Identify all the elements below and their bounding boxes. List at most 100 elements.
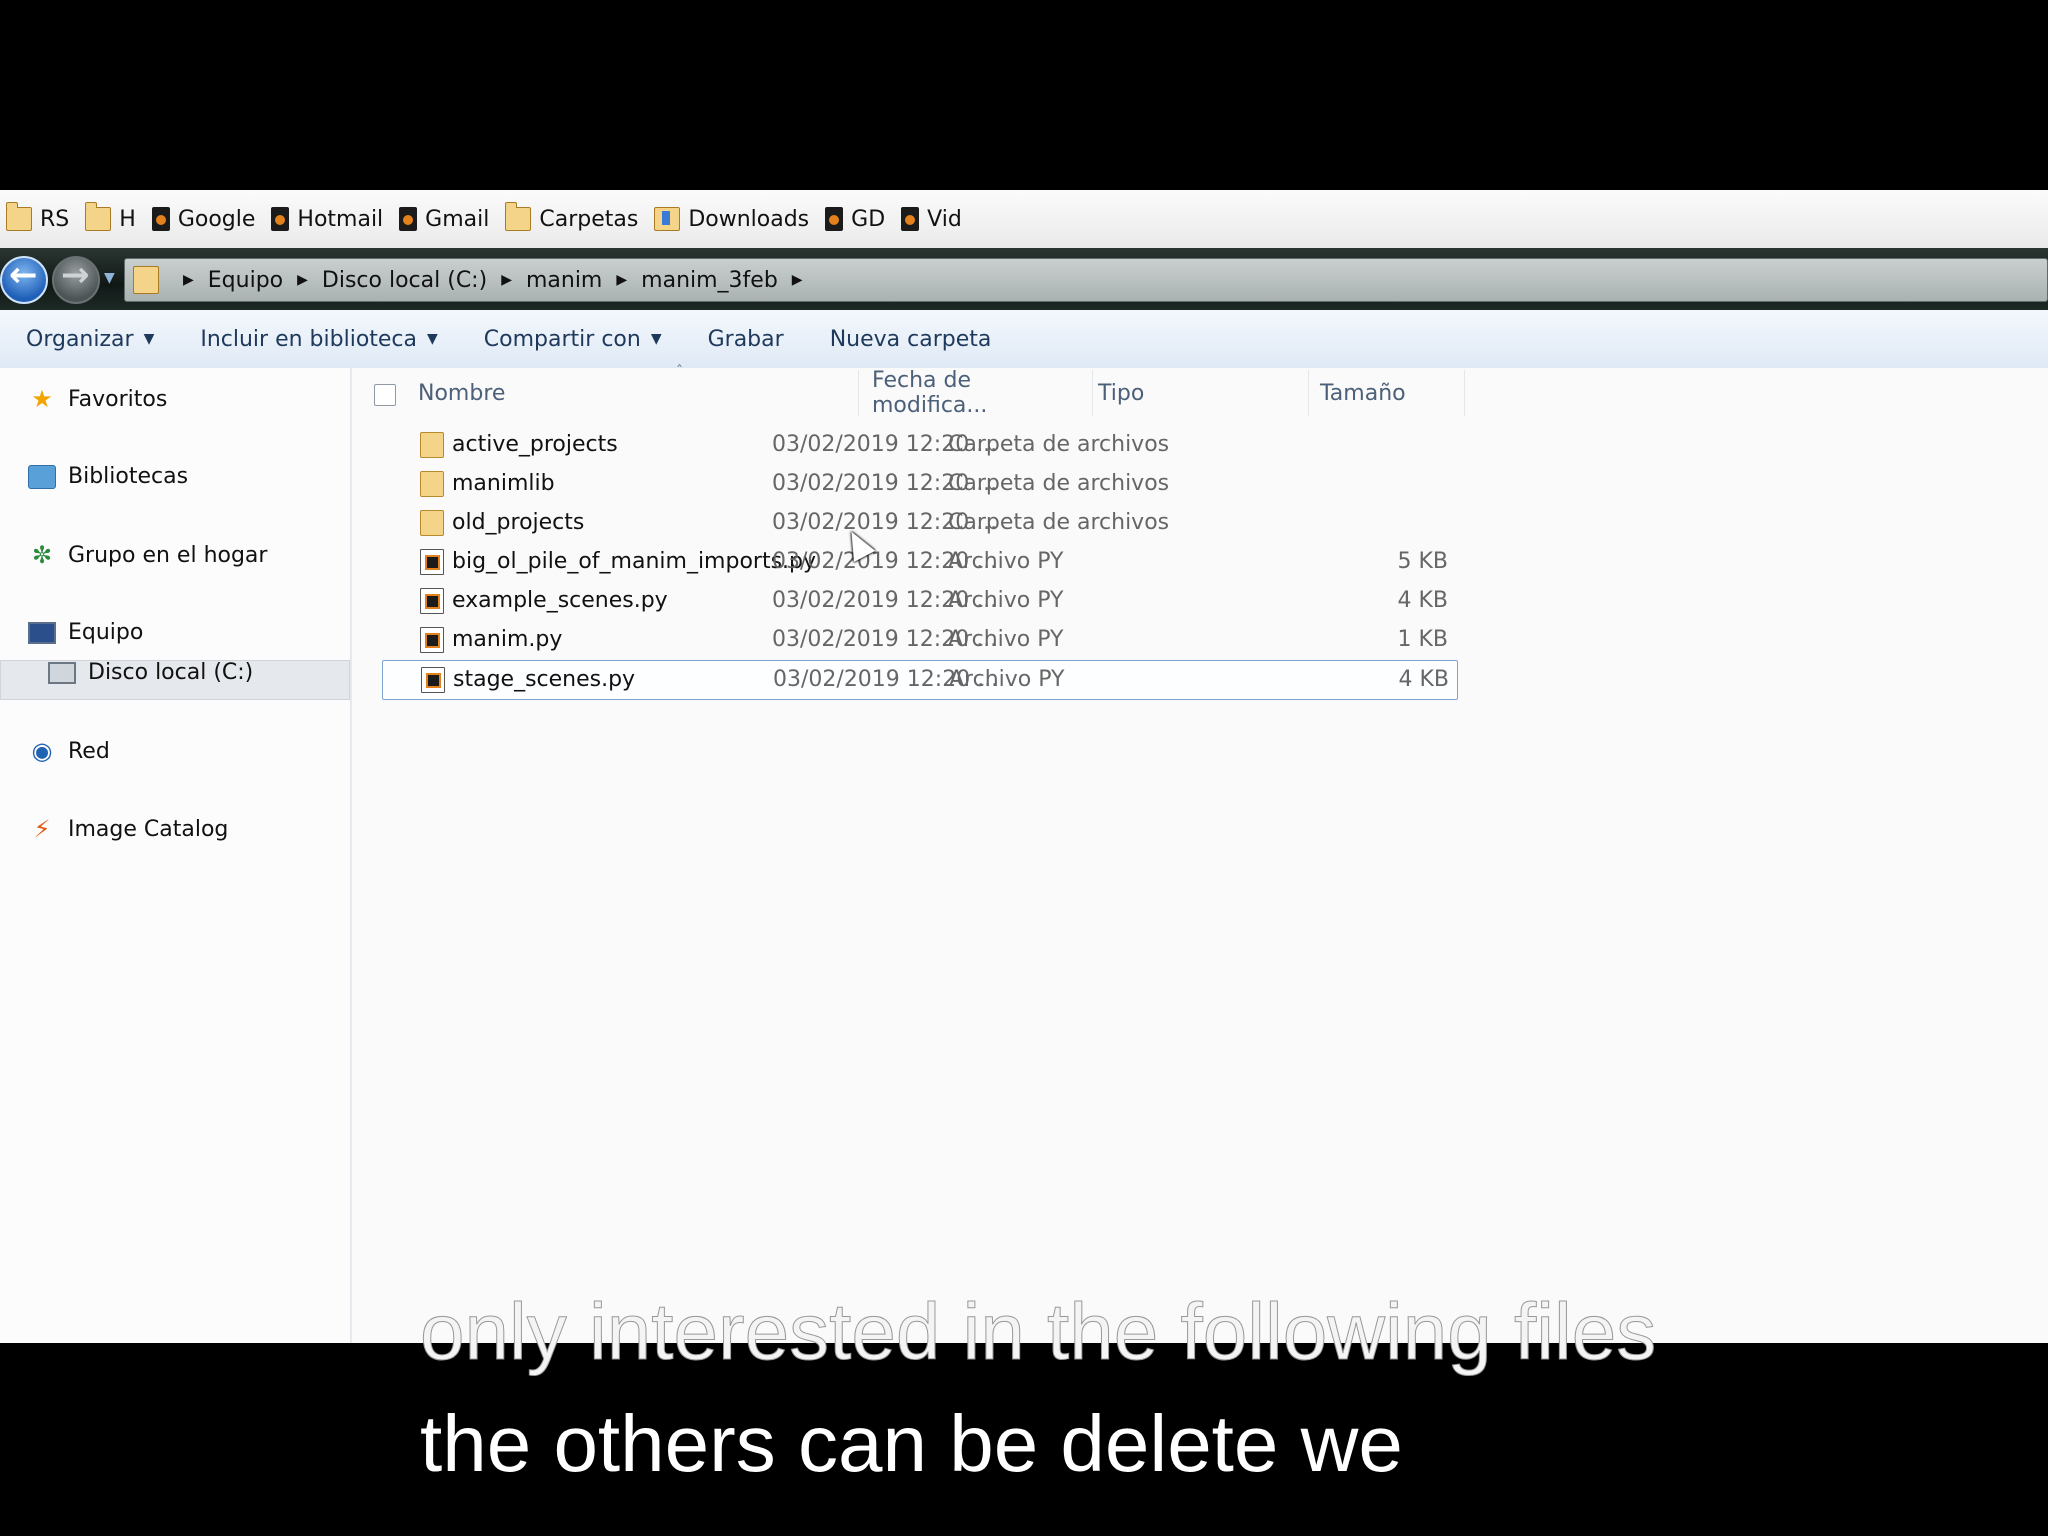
- file-name: manim.py: [452, 627, 563, 652]
- breadcrumb-label: Equipo: [207, 267, 284, 293]
- column-date[interactable]: Fecha de modifica...: [860, 368, 1093, 418]
- file-type: Archivo PY: [948, 549, 1064, 574]
- breadcrumb-item[interactable]: ▶ Equipo: [169, 268, 283, 293]
- breadcrumb-label: manim_3feb: [641, 267, 778, 293]
- computer-icon: [28, 621, 56, 644]
- file-name: manimlib: [452, 471, 555, 496]
- bookmark-label: H: [119, 206, 136, 232]
- file-row[interactable]: manimlib 03/02/2019 12:20 ... Carpeta de a…: [382, 465, 1456, 503]
- chevron-down-icon: ▼: [650, 331, 662, 347]
- nav-label: Bibliotecas: [68, 464, 189, 489]
- column-label: Tamaño: [1320, 380, 1406, 406]
- bookmark-carpetas[interactable]: Carpetas: [499, 190, 648, 248]
- file-size: 5 KB: [1397, 549, 1448, 574]
- column-label: Fecha de modifica...: [872, 368, 988, 418]
- bookmark-label: Vid: [927, 206, 962, 232]
- breadcrumb-item[interactable]: ▶ manim_3feb ▶: [602, 268, 816, 293]
- breadcrumb-item[interactable]: ▶ manim: [487, 268, 602, 293]
- nav-item-favorites[interactable]: ★ Favoritos: [28, 385, 167, 413]
- explorer-main: ★ Favoritos Bibliotecas ✼ Grupo en el hoga…: [0, 364, 2048, 1343]
- nav-item-libraries[interactable]: Bibliotecas: [28, 464, 188, 489]
- file-type: Carpeta de archivos: [948, 471, 1170, 496]
- homegroup-icon: ✼: [31, 541, 53, 569]
- chevron-right-icon[interactable]: ▶: [616, 272, 627, 288]
- file-row[interactable]: example_scenes.py 03/02/2019 12:20 ... Arc…: [382, 582, 1456, 620]
- subtitle-line-2: the others can be delete we: [420, 1399, 1403, 1488]
- nav-item-network[interactable]: ◉ Red: [28, 737, 110, 765]
- bookmarks-bar: RS H Google Hotmail Gmail Carpetas Downl…: [0, 190, 2048, 248]
- file-size: 1 KB: [1397, 627, 1448, 652]
- bookmark-hotmail[interactable]: Hotmail: [265, 190, 393, 248]
- new-folder-label: Nueva carpeta: [829, 326, 992, 352]
- network-icon: ◉: [31, 737, 53, 765]
- page-icon: [901, 207, 920, 231]
- python-file-icon: [420, 549, 444, 575]
- chevron-down-icon: ▼: [427, 331, 438, 347]
- file-name: big_ol_pile_of_manim_imports.py: [452, 549, 817, 574]
- star-icon: ★: [31, 385, 53, 413]
- burn-button[interactable]: Grabar: [682, 327, 784, 352]
- image-catalog-icon: ⚡: [33, 815, 51, 843]
- select-all-checkbox[interactable]: [374, 384, 396, 406]
- breadcrumb-label: Disco local (C:): [321, 267, 488, 293]
- nav-item-computer[interactable]: Equipo: [28, 620, 143, 645]
- forward-button[interactable]: [52, 255, 100, 304]
- address-bar: ▼ ▶ Equipo ▶ Disco local (C:) ▶ manim ▶ mani…: [0, 248, 2048, 310]
- column-name[interactable]: ˆ Nombre: [418, 364, 859, 416]
- file-row[interactable]: old_projects 03/02/2019 12:20 ... Carpeta …: [382, 504, 1456, 542]
- bookmark-rs[interactable]: RS: [0, 190, 79, 248]
- column-size[interactable]: Tamaño: [1312, 370, 1465, 416]
- subtitle-line-1: only interested in the following files: [419, 1287, 1657, 1377]
- bookmark-gd[interactable]: GD: [819, 190, 895, 248]
- share-with-button[interactable]: Compartir con ▼: [458, 327, 662, 352]
- breadcrumb[interactable]: ▶ Equipo ▶ Disco local (C:) ▶ manim ▶ manim_…: [124, 258, 2048, 302]
- new-folder-button[interactable]: Nueva carpeta: [804, 327, 992, 352]
- folder-icon: [85, 202, 112, 231]
- file-row[interactable]: manim.py 03/02/2019 12:20 ... Archivo PY 1 …: [382, 621, 1456, 659]
- downloads-folder-icon: [654, 207, 681, 231]
- bookmark-h[interactable]: H: [79, 190, 146, 248]
- chevron-right-icon[interactable]: ▶: [792, 272, 803, 288]
- file-name: active_projects: [452, 432, 618, 457]
- page-icon: [151, 207, 170, 231]
- chevron-right-icon[interactable]: ▶: [183, 272, 194, 288]
- python-file-icon: [421, 667, 445, 693]
- column-label: Tipo: [1098, 380, 1145, 406]
- nav-item-image-catalog[interactable]: ⚡ Image Catalog: [28, 815, 229, 843]
- folder-icon: [420, 471, 444, 497]
- bookmark-google[interactable]: Google: [146, 190, 266, 248]
- bookmark-vid[interactable]: Vid: [895, 190, 972, 248]
- file-list: ˆ Nombre Fecha de modifica... Tipo Tamaño…: [352, 364, 2048, 1343]
- breadcrumb-label: manim: [525, 267, 603, 293]
- breadcrumb-item[interactable]: ▶ Disco local (C:): [283, 268, 487, 293]
- include-in-library-button[interactable]: Incluir en biblioteca ▼: [174, 327, 437, 352]
- page-icon: [399, 207, 418, 231]
- file-row[interactable]: big_ol_pile_of_manim_imports.py 03/02/201…: [382, 543, 1456, 581]
- file-name: stage_scenes.py: [453, 667, 636, 692]
- bookmark-downloads[interactable]: Downloads: [648, 190, 819, 248]
- bookmark-gmail[interactable]: Gmail: [393, 190, 499, 248]
- nav-label: Grupo en el hogar: [68, 542, 268, 568]
- command-toolbar: Organizar ▼ Incluir en biblioteca ▼ Compar…: [0, 310, 2048, 369]
- folder-icon: [420, 432, 444, 458]
- bookmark-label: Downloads: [688, 206, 810, 232]
- nav-item-homegroup[interactable]: ✼ Grupo en el hogar: [28, 541, 268, 569]
- column-type[interactable]: Tipo: [1094, 370, 1309, 416]
- burn-label: Grabar: [707, 326, 784, 352]
- organize-button[interactable]: Organizar ▼: [0, 327, 154, 352]
- folder-icon: [505, 202, 532, 231]
- file-type: Archivo PY: [948, 627, 1064, 652]
- chevron-right-icon[interactable]: ▶: [297, 272, 308, 288]
- folder-icon: [133, 266, 159, 294]
- file-row-selected[interactable]: stage_scenes.py 03/02/2019 12:20 ... Archi…: [382, 660, 1458, 700]
- page-icon: [271, 207, 290, 231]
- back-button[interactable]: [0, 255, 48, 304]
- recent-pages-dropdown-icon[interactable]: ▼: [104, 270, 115, 286]
- nav-label: Equipo: [68, 620, 144, 645]
- nav-item-local-disk[interactable]: Disco local (C:): [48, 660, 253, 685]
- file-row[interactable]: active_projects 03/02/2019 12:20 ... Carpe…: [382, 426, 1456, 464]
- folder-icon: [6, 202, 32, 231]
- file-type: Carpeta de archivos: [948, 432, 1170, 457]
- chevron-right-icon[interactable]: ▶: [501, 272, 512, 288]
- bookmark-label: GD: [851, 206, 886, 232]
